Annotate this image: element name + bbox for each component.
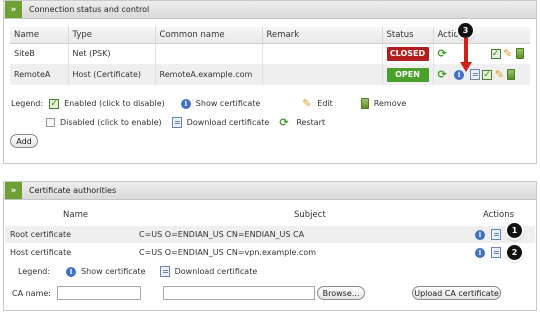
panel-title: Certificate authorities: [29, 186, 117, 195]
certificate-icon: [159, 266, 170, 277]
table-header-row: Name Type Common name Remark Status Acti…: [10, 27, 530, 44]
cell-subject: C=US O=ENDIAN_US CN=ENDIAN_US CA: [139, 230, 305, 239]
ca-name-label: CA name:: [12, 289, 51, 298]
ca-table-header: Name Subject Actions: [4, 210, 536, 222]
info-icon[interactable]: i: [475, 229, 485, 240]
cell-status: OPEN: [382, 64, 434, 85]
trash-icon[interactable]: [515, 48, 524, 60]
col-actions: Actions: [433, 27, 530, 44]
cell-remark: [262, 64, 383, 85]
upload-ca-button[interactable]: Upload CA certificate: [412, 286, 501, 300]
callout-3: 3: [458, 23, 473, 38]
ca-name-input[interactable]: [57, 286, 141, 300]
col-actions: Actions: [483, 210, 515, 220]
status-badge: OPEN: [386, 67, 429, 82]
legend-label: Legend:: [11, 99, 44, 108]
arrow-down-icon: [460, 38, 472, 72]
cell-name: Root certificate: [10, 230, 72, 239]
legend-label: Legend:: [18, 267, 51, 276]
col-common-name[interactable]: Common name: [155, 27, 263, 44]
col-subject: Subject: [294, 210, 326, 220]
cell-subject: C=US O=ENDIAN_US CN=vpn.example.com: [139, 248, 317, 257]
panel-header: » Certificate authorities: [4, 182, 536, 200]
info-icon: i: [180, 98, 191, 109]
cell-common-name: RemoteA.example.com: [155, 64, 263, 85]
connections-table: Name Type Common name Remark Status Acti…: [10, 27, 530, 85]
info-icon[interactable]: i: [475, 247, 485, 258]
restart-icon[interactable]: ⟳: [438, 69, 450, 80]
legend-remove: Remove: [373, 99, 407, 108]
pencil-icon: ✎: [302, 96, 312, 110]
certificate-icon[interactable]: [491, 247, 501, 258]
chevron-right-icon[interactable]: »: [5, 182, 22, 199]
restart-icon: ⟳: [279, 115, 289, 129]
cell-actions: ⟳ i ✓ ✎: [433, 64, 530, 85]
table-row: RemoteA Host (Certificate) RemoteA.examp…: [10, 64, 530, 85]
cell-name: SiteB: [10, 43, 69, 64]
panel-header: » Connection status and control: [4, 1, 536, 19]
col-status[interactable]: Status: [382, 27, 434, 44]
col-remark[interactable]: Remark: [262, 27, 383, 44]
cell-status: CLOSED: [382, 43, 434, 64]
cell-common-name: [155, 43, 263, 64]
legend-download-cert: Download certificate: [186, 118, 270, 127]
table-row: SiteB Net (PSK) CLOSED ⟳ ✓ ✎: [10, 43, 530, 64]
legend-row-2: Disabled (click to enable) Download cert…: [46, 117, 325, 128]
callout-2: 2: [507, 245, 522, 260]
checkbox-unchecked-icon: [46, 118, 55, 127]
checkbox-checked-icon[interactable]: ✓: [482, 69, 493, 80]
ca-legend-row: Legend: i Show certificate Download cert…: [18, 266, 257, 277]
status-badge: CLOSED: [386, 46, 429, 61]
col-name: Name: [63, 210, 89, 220]
col-name[interactable]: Name: [10, 27, 69, 44]
cell-remark: [262, 43, 383, 64]
cell-type: Net (PSK): [68, 43, 156, 64]
cell-type: Host (Certificate): [68, 64, 156, 85]
certificate-icon: [171, 117, 182, 128]
info-icon: i: [66, 266, 77, 277]
panel-title: Connection status and control: [29, 5, 150, 14]
table-row: Root certificate C=US O=ENDIAN_US CN=END…: [5, 226, 535, 243]
callout-1: 1: [507, 223, 522, 238]
legend-disabled: Disabled (click to enable): [60, 118, 162, 127]
pencil-icon[interactable]: ✎: [503, 48, 513, 59]
certificate-icon[interactable]: [491, 229, 501, 240]
pencil-icon[interactable]: ✎: [495, 69, 505, 80]
trash-icon: [360, 98, 369, 109]
legend-enabled: Enabled (click to disable): [64, 99, 165, 108]
legend-show-cert: Show certificate: [195, 99, 261, 108]
legend-show-cert: Show certificate: [81, 267, 146, 276]
legend-row-1: Legend: ✓ Enabled (click to disable) i S…: [11, 98, 406, 109]
col-type[interactable]: Type: [68, 27, 156, 44]
legend-edit: Edit: [317, 99, 333, 108]
add-button[interactable]: Add: [10, 134, 38, 148]
trash-icon[interactable]: [507, 69, 516, 80]
checkbox-checked-icon: ✓: [49, 98, 60, 109]
checkbox-checked-icon[interactable]: ✓: [490, 48, 501, 59]
cell-name: RemoteA: [10, 64, 69, 85]
table-row: Host certificate C=US O=ENDIAN_US CN=vpn…: [5, 244, 535, 261]
legend-restart: Restart: [296, 118, 326, 127]
file-path-input[interactable]: [163, 286, 315, 300]
browse-button[interactable]: Browse...: [317, 286, 365, 300]
restart-icon[interactable]: ⟳: [438, 48, 450, 59]
cell-name: Host certificate: [10, 248, 72, 257]
cell-actions: ⟳ ✓ ✎: [433, 43, 530, 64]
certificate-authorities-panel: » Certificate authorities Name Subject A…: [3, 181, 537, 311]
legend-download-cert: Download certificate: [174, 267, 258, 276]
chevron-right-icon[interactable]: »: [5, 1, 22, 18]
connection-status-panel: » Connection status and control Name Typ…: [3, 0, 537, 164]
